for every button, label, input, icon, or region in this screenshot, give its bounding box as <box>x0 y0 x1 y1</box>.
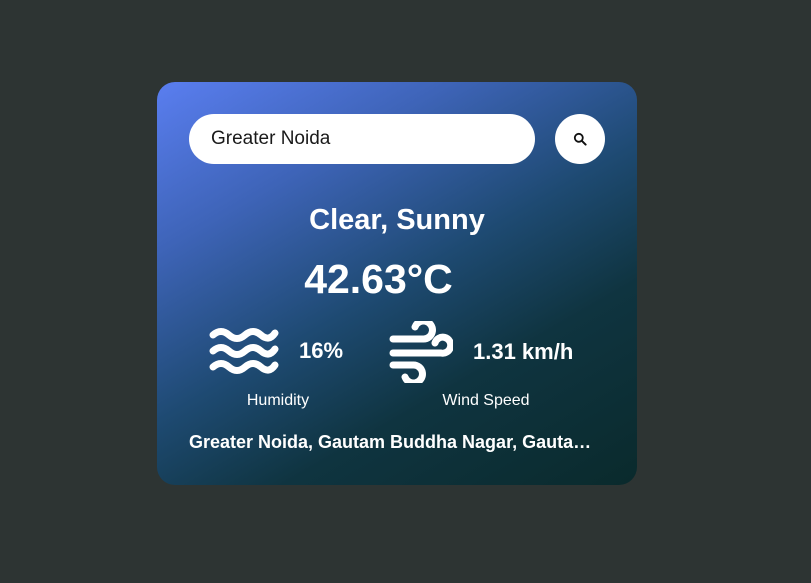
waves-icon <box>209 328 279 374</box>
humidity-value: 16% <box>299 338 344 363</box>
humidity-stat: 16% <box>209 325 343 377</box>
search-icon <box>573 132 587 146</box>
humidity-label: Humidity <box>246 392 310 409</box>
weather-condition: Clear, Sunny <box>309 204 485 236</box>
temperature-value: 42.63°C <box>304 256 453 302</box>
search-row <box>189 114 605 164</box>
wind-speed-label: Wind Speed <box>442 392 530 409</box>
city-search-input[interactable] <box>189 114 535 164</box>
location-name: Greater Noida, Gautam Buddha Nagar, Gaut… <box>189 432 605 452</box>
wind-stat: 1.31 km/h <box>389 321 573 383</box>
weather-card: Clear, Sunny 42.63°C 16% Humidity 1.31 k… <box>157 82 637 485</box>
search-button[interactable] <box>555 114 605 164</box>
wind-speed-value: 1.31 km/h <box>473 339 574 364</box>
wind-icon <box>389 321 453 383</box>
